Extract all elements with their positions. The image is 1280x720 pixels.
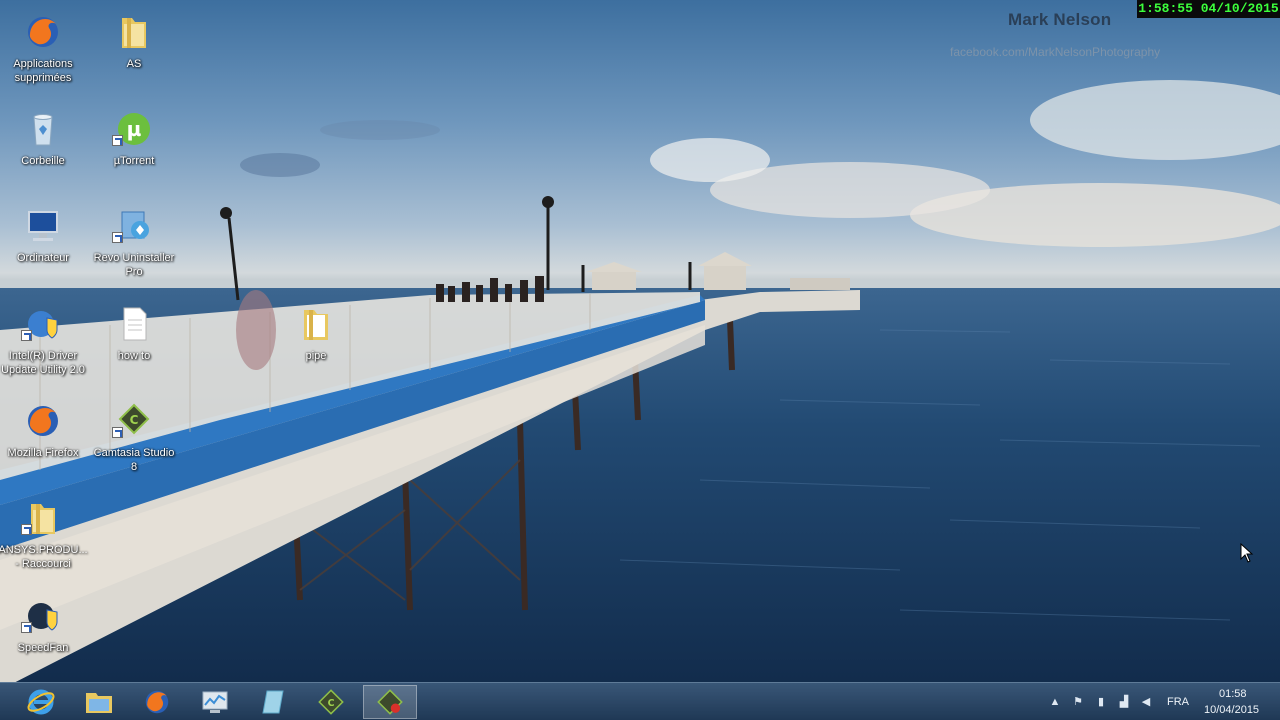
desktop-wallpaper: Mark Nelson facebook.com/MarkNelsonPhoto…: [0, 0, 1280, 682]
file-explorer-icon: [86, 693, 112, 713]
desktop-icon-as[interactable]: AS: [89, 8, 179, 96]
desktop-icon-intel-driver-update[interactable]: Intel(R) Driver Update Utility 2.0: [0, 300, 88, 388]
shortcut-arrow-icon: [21, 524, 32, 535]
camtasia-recorder-icon: [377, 689, 403, 715]
taskbar-performance-monitor-button[interactable]: [188, 685, 242, 719]
desktop-icon-corbeille[interactable]: Corbeille: [0, 105, 88, 193]
desktop-icon-revo-uninstaller[interactable]: Revo Uninstaller Pro: [89, 202, 179, 290]
desktop-icon-applications-supprimees[interactable]: Applications supprimées: [0, 8, 88, 96]
action-center-flag-icon[interactable]: ⚑: [1071, 695, 1085, 709]
desktop-icon-label: ANSYS.PRODU... - Raccourci: [0, 544, 88, 570]
desktop-icon-utorrent[interactable]: µ µTorrent: [89, 105, 179, 193]
battery-icon[interactable]: ▮: [1094, 695, 1108, 709]
taskbar-camtasia-recorder-button[interactable]: [363, 685, 417, 719]
taskbar-notepad-button[interactable]: [246, 685, 300, 719]
desktop-icon-label: how to: [117, 350, 151, 362]
shortcut-arrow-icon: [21, 622, 32, 633]
desktop-icon-camtasia-studio[interactable]: C Camtasia Studio 8: [89, 397, 179, 485]
internet-explorer-icon: [27, 689, 55, 715]
taskbar-clock-time[interactable]: 01:58: [1219, 688, 1247, 700]
shortcut-arrow-icon: [112, 427, 123, 438]
pier-seascape-image: [0, 80, 1280, 682]
desktop-icon-label: Ordinateur: [17, 252, 69, 264]
desktop-icon-mozilla-firefox[interactable]: Mozilla Firefox: [0, 397, 88, 485]
firefox-icon: [28, 406, 58, 436]
firefox-icon: [145, 690, 169, 714]
recycle-bin-icon: [33, 114, 53, 146]
network-signal-icon[interactable]: ▟: [1117, 695, 1131, 709]
taskbar: C ▲ ⚑ ▮ ▟ ◀ FRA 01:58 10/04/2015: [0, 682, 1280, 720]
desktop-icon-label: Intel(R) Driver Update Utility 2.0: [1, 350, 85, 376]
folder-icon: [122, 18, 146, 48]
taskbar-clock-date[interactable]: 10/04/2015: [1204, 704, 1259, 716]
desktop-icon-label: AS: [126, 58, 142, 70]
text-document-icon: [123, 307, 147, 341]
desktop-icon-ordinateur[interactable]: Ordinateur: [0, 202, 88, 290]
desktop-icon-label: Applications supprimées: [13, 58, 73, 84]
computer-icon: [28, 211, 58, 241]
notepad-icon: [262, 690, 284, 714]
photographer-url-watermark: facebook.com/MarkNelsonPhotography: [950, 45, 1161, 59]
desktop-icon-label: SpeedFan: [17, 642, 69, 654]
desktop-icon-how-to[interactable]: how to: [89, 300, 179, 388]
folder-icon: [304, 310, 328, 340]
shortcut-arrow-icon: [112, 135, 123, 146]
performance-monitor-icon: [202, 691, 228, 713]
desktop-icon-label: Camtasia Studio 8: [93, 447, 175, 473]
desktop-icon-label: µTorrent: [113, 155, 155, 167]
desktop-icon-label: Mozilla Firefox: [7, 447, 79, 459]
taskbar-file-explorer-button[interactable]: [72, 685, 126, 719]
volume-icon[interactable]: ◀: [1139, 695, 1153, 709]
firefox-icon: [28, 17, 58, 47]
svg-text:µ: µ: [127, 117, 142, 141]
taskbar-internet-explorer-button[interactable]: [14, 685, 68, 719]
desktop-icon-ansys-raccourci[interactable]: ANSYS.PRODU... - Raccourci: [0, 494, 88, 582]
recording-clock-overlay: 1:58:55 04/10/2015: [1137, 0, 1280, 18]
desktop-icon-label: Revo Uninstaller Pro: [93, 252, 175, 278]
taskbar-firefox-button[interactable]: [130, 685, 184, 719]
camtasia-icon: C: [318, 689, 344, 715]
show-hidden-icons-button[interactable]: ▲: [1048, 695, 1062, 709]
photographer-watermark: Mark Nelson: [1008, 10, 1112, 29]
mouse-cursor-icon: [1240, 543, 1254, 563]
desktop-icon-speedfan[interactable]: SpeedFan: [0, 592, 88, 680]
desktop-icon-label: pipe: [305, 350, 327, 362]
svg-text:C: C: [130, 413, 139, 427]
desktop-icon-pipe[interactable]: pipe: [271, 300, 361, 388]
desktop-icon-label: Corbeille: [21, 155, 65, 167]
svg-text:C: C: [328, 698, 335, 709]
input-language-indicator[interactable]: FRA: [1167, 696, 1189, 708]
shortcut-arrow-icon: [112, 232, 123, 243]
shortcut-arrow-icon: [21, 330, 32, 341]
taskbar-camtasia-studio-button[interactable]: C: [304, 685, 358, 719]
